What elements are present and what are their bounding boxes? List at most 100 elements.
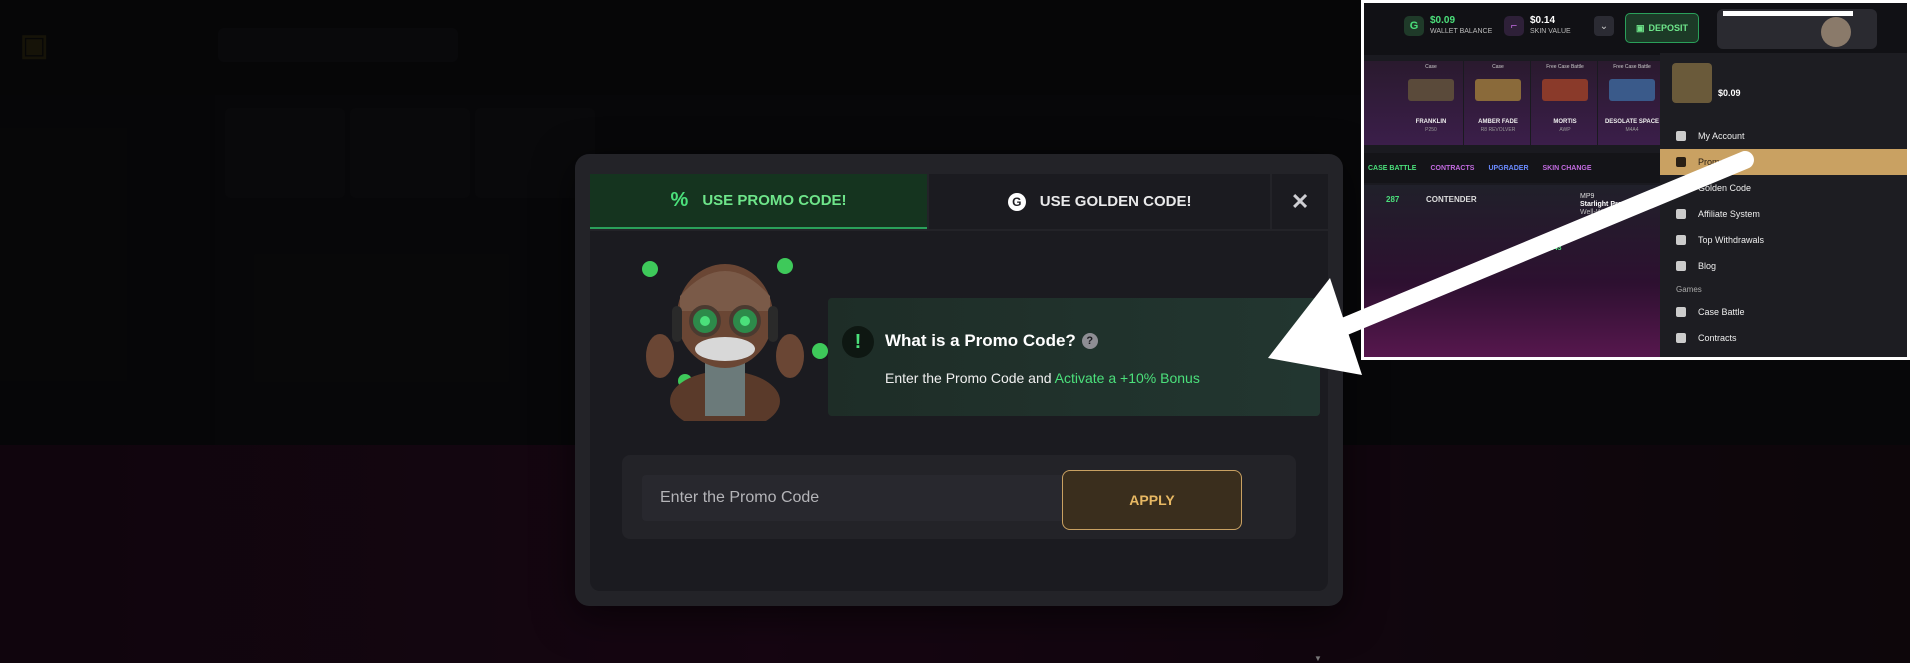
apply-button[interactable]: APPLY <box>1062 470 1242 530</box>
mascot-illustration <box>642 258 828 421</box>
menu-label: My Account <box>1698 131 1745 141</box>
tab-promo-label: USE PROMO CODE! <box>702 192 847 209</box>
drop-name: DESOLATE SPACE <box>1604 119 1660 125</box>
promo-code-input[interactable] <box>642 475 1082 521</box>
redacted-bar <box>1723 11 1853 16</box>
deposit-label: DEPOSIT <box>1648 23 1689 33</box>
menu-balance: $0.09 <box>1718 88 1741 98</box>
nav-case-battle[interactable]: CASE BATTLE <box>1368 165 1416 172</box>
menu-label: Golden Code <box>1698 183 1752 193</box>
drop-weapon: P250 <box>1425 127 1437 133</box>
drop-tag: Case <box>1492 64 1504 70</box>
nav-contracts[interactable]: CONTRACTS <box>1430 165 1474 172</box>
drop-weapon: R8 REVOLVER <box>1480 127 1516 133</box>
contender-label: CONTENDER <box>1426 195 1477 204</box>
chart-icon <box>1676 235 1686 245</box>
ticket-icon <box>1676 157 1686 167</box>
menu-item-promo-code[interactable]: Promo Code <box>1660 149 1907 175</box>
contender-count: 287 <box>1386 195 1400 204</box>
deposit-button[interactable]: ▣ DEPOSIT <box>1625 13 1699 43</box>
drop-name: AMBER FADE <box>1478 119 1518 125</box>
deposit-icon: ▣ <box>1635 22 1645 33</box>
info-text: Enter the Promo Code and Activate a +10%… <box>885 370 1200 386</box>
user-icon <box>1676 131 1686 141</box>
wallet-balance[interactable]: G $0.09 WALLET BALANCE <box>1404 15 1492 36</box>
code-icon <box>1676 183 1686 193</box>
nav-upgrader[interactable]: UPGRADER <box>1488 165 1528 172</box>
drop-tag: Free Case Battle <box>1546 64 1584 70</box>
promo-info-panel: ! What is a Promo Code? ? Enter the Prom… <box>828 298 1320 416</box>
close-icon: ✕ <box>1290 188 1310 214</box>
affiliate-icon <box>1676 209 1686 219</box>
menu-item-top-withdrawals[interactable]: Top Withdrawals <box>1660 227 1907 253</box>
feather-icon <box>1676 261 1686 271</box>
inset-banner: 287 CONTENDER MP9 Starlight Prote Well-W… <box>1364 185 1664 357</box>
exclamation-icon: ! <box>842 326 874 358</box>
menu-item-affiliate[interactable]: Affiliate System <box>1660 201 1907 227</box>
wallet-value: $0.09 <box>1430 15 1456 26</box>
user-dropdown-menu: $0.09 My Account Promo Code Golden Code … <box>1660 53 1907 357</box>
drop-tag: Case <box>1425 64 1437 70</box>
drop-name: MORTIS <box>1553 119 1577 125</box>
live-drops-strip: Case FRANKLIN P250 Case AMBER FADE R8 RE… <box>1364 61 1665 145</box>
user-profile-button[interactable] <box>1717 9 1877 49</box>
info-text-prefix: Enter the Promo Code and <box>885 370 1055 386</box>
help-icon[interactable]: ? <box>1081 333 1098 349</box>
scroll-up-icon[interactable]: ▲ <box>1314 313 1322 322</box>
menu-label: Blog <box>1698 261 1717 271</box>
menu-item-case-battle[interactable]: Case Battle <box>1660 299 1907 325</box>
weapon-image <box>1475 79 1521 101</box>
menu-section-games: Games <box>1676 285 1702 294</box>
swords-icon <box>1676 307 1686 317</box>
menu-label: Case Battle <box>1698 307 1745 317</box>
menu-item-contracts[interactable]: Contracts <box>1660 325 1907 351</box>
featured-name: Starlight Prote <box>1580 201 1629 208</box>
live-drop-card[interactable]: Free Case Battle DESOLATE SPACE M4A4 <box>1599 61 1665 145</box>
tab-promo-code[interactable]: % USE PROMO CODE! <box>590 174 928 229</box>
skin-value-label: SKIN VALUE <box>1530 28 1571 35</box>
drop-weapon: AWP <box>1559 127 1571 133</box>
live-drop-card[interactable]: Case AMBER FADE R8 REVOLVER <box>1465 61 1531 145</box>
nav-skin-change[interactable]: SKIN CHANGE <box>1543 165 1592 172</box>
live-drop-card[interactable]: Case FRANKLIN P250 <box>1398 61 1464 145</box>
menu-label: Affiliate System <box>1698 209 1760 219</box>
inset-header: G $0.09 WALLET BALANCE ⌐ $0.14 SKIN VALU… <box>1364 3 1907 55</box>
weapon-image <box>1609 79 1655 101</box>
menu-item-blog[interactable]: Blog <box>1660 253 1907 279</box>
menu-item-golden-code[interactable]: Golden Code <box>1660 175 1907 201</box>
live-drop-card[interactable]: Free Case Battle MORTIS AWP <box>1532 61 1598 145</box>
skin-value[interactable]: ⌐ $0.14 SKIN VALUE <box>1504 15 1571 36</box>
drop-weapon: M4A4 <box>1625 127 1639 133</box>
close-button[interactable]: ✕ <box>1272 174 1328 229</box>
avatar <box>1821 17 1851 47</box>
inset-screenshot: G $0.09 WALLET BALANCE ⌐ $0.14 SKIN VALU… <box>1361 0 1910 360</box>
inset-nav: CASE BATTLE CONTRACTS UPGRADER SKIN CHAN… <box>1364 153 1664 183</box>
chevron-down-icon[interactable]: ⌄ <box>1594 16 1614 36</box>
info-title-row: What is a Promo Code? ? <box>885 331 1098 351</box>
featured-price: $7.43 <box>1544 245 1562 252</box>
menu-label: Top Withdrawals <box>1698 235 1765 245</box>
drop-name: FRANKLIN <box>1415 119 1447 125</box>
weapon-image <box>1542 79 1588 101</box>
golden-g-icon: G <box>1007 192 1026 211</box>
info-title: What is a Promo Code? <box>885 331 1076 350</box>
menu-label: Contracts <box>1698 333 1737 343</box>
gun-icon: ⌐ <box>1504 15 1524 36</box>
menu-label: Promo Code <box>1698 157 1749 167</box>
wallet-icon: G <box>1404 15 1424 36</box>
scroll-down-icon[interactable]: ▼ <box>1314 654 1322 663</box>
percent-icon: % <box>670 189 689 211</box>
featured-weapon: MP9 <box>1580 193 1595 200</box>
tab-golden-code[interactable]: G USE GOLDEN CODE! <box>929 174 1271 229</box>
menu-avatar <box>1672 63 1712 103</box>
featured-wear: Well-Worn <box>1580 209 1613 216</box>
modal-content: ! What is a Promo Code? ? Enter the Prom… <box>590 231 1328 663</box>
menu-item-my-account[interactable]: My Account <box>1660 123 1907 149</box>
drop-tag: Free Case Battle <box>1613 64 1651 70</box>
promo-code-modal: % USE PROMO CODE! G USE GOLDEN CODE! ✕ !… <box>575 154 1343 663</box>
tab-golden-label: USE GOLDEN CODE! <box>1039 193 1192 210</box>
info-text-accent: Activate a +10% Bonus <box>1054 370 1200 386</box>
modal-scrollbar[interactable]: ▲ ▼ <box>1314 313 1322 663</box>
weapon-image <box>1408 79 1454 101</box>
clipboard-icon <box>1676 333 1686 343</box>
